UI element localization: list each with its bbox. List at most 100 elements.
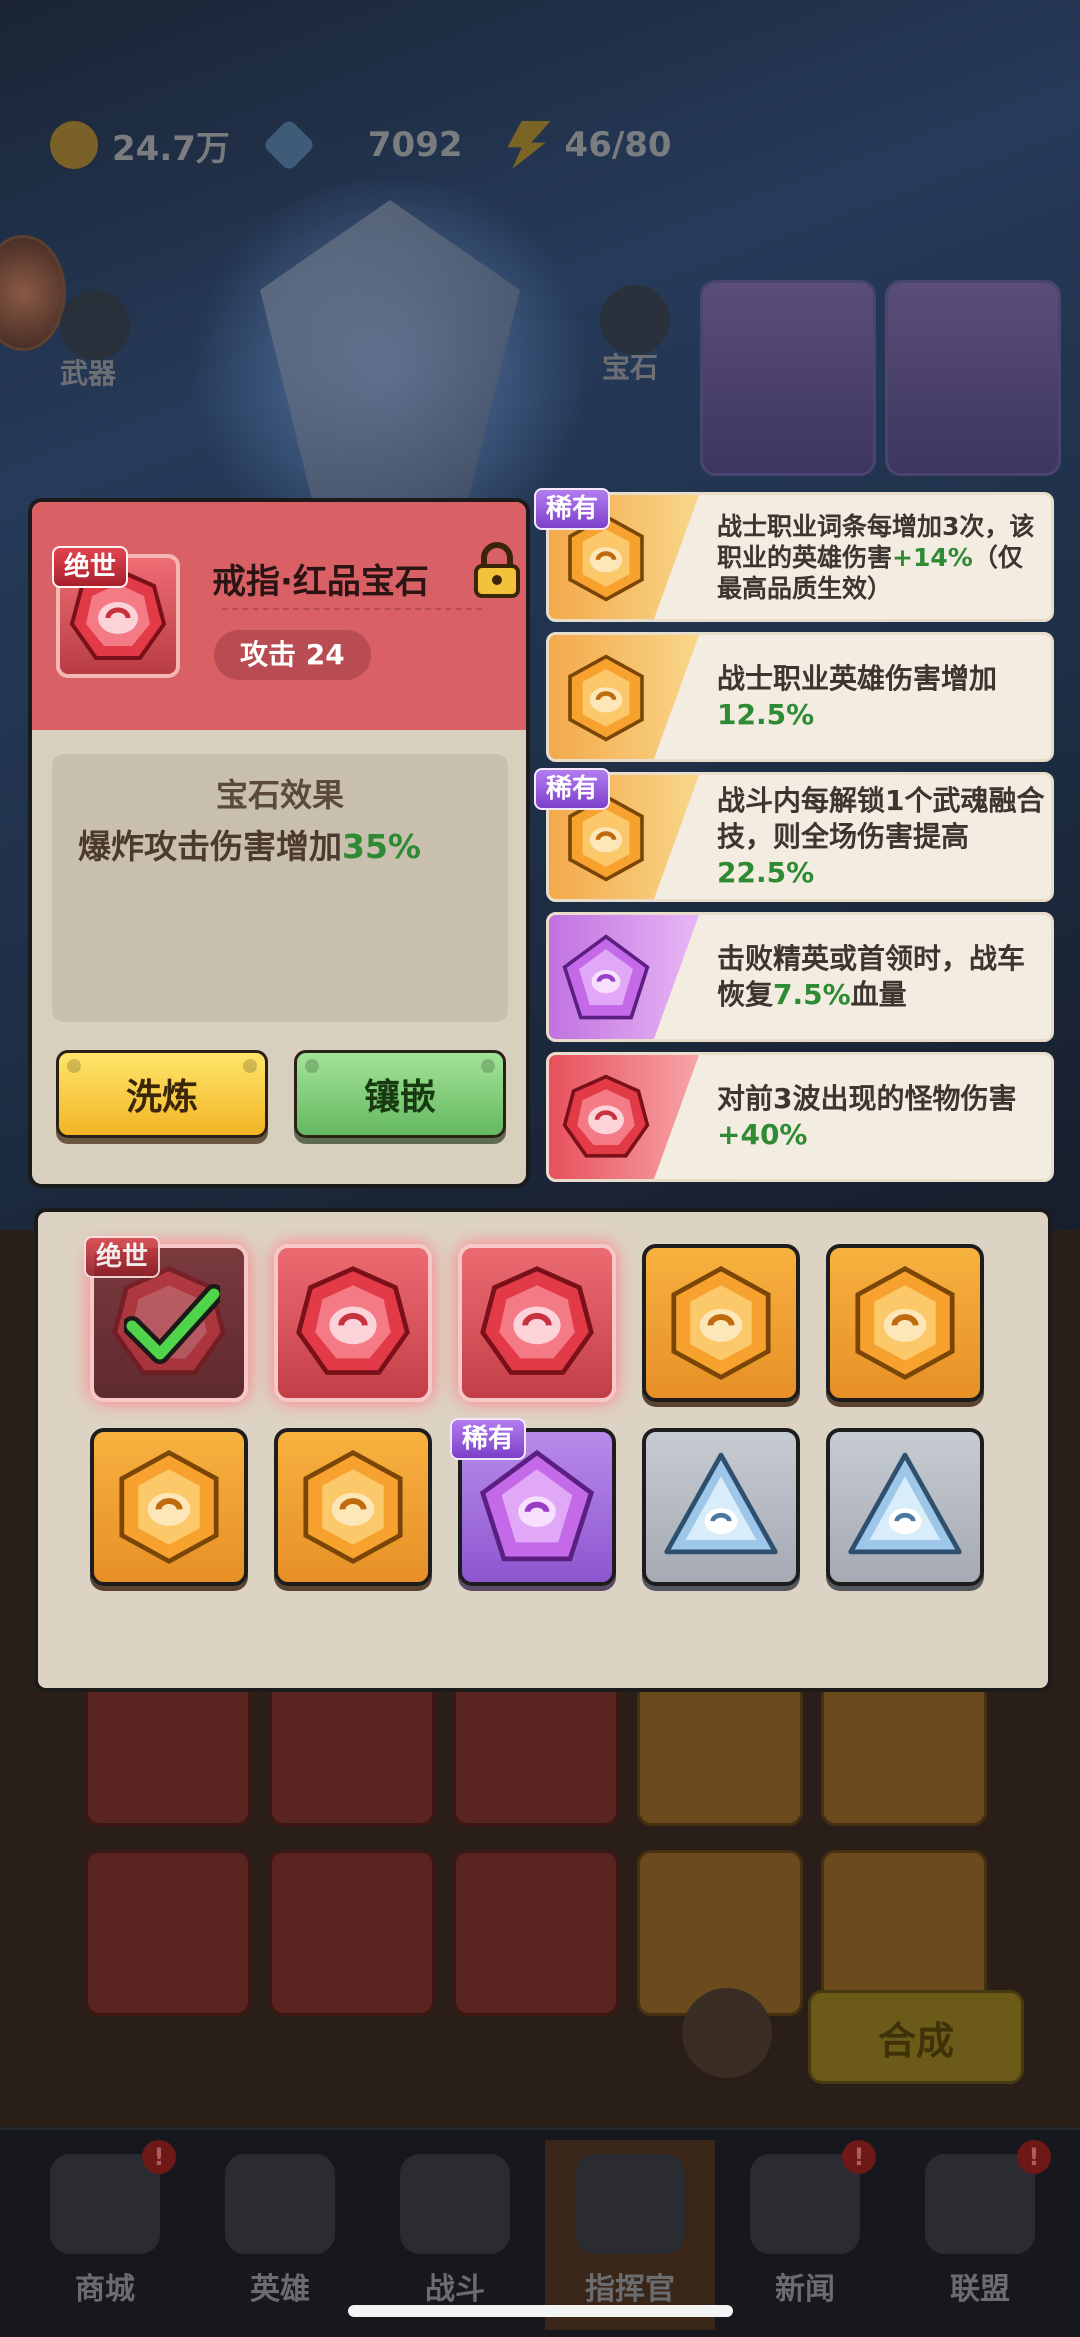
red-gem-icon — [480, 1266, 594, 1375]
nav-battle-label: 战斗 — [425, 2272, 485, 2307]
effect-value: 7.5% — [773, 978, 851, 1011]
nav-battle[interactable]: 战斗 — [370, 2140, 540, 2330]
inlay-button[interactable]: 镶嵌 — [294, 1050, 506, 1138]
effect-entry[interactable]: 战斗内每解锁1个武魂融合技，则全场伤害提高22.5% — [546, 772, 1054, 902]
refine-button[interactable]: 洗炼 — [56, 1050, 268, 1138]
diamond-amount: 7092 — [367, 125, 463, 165]
gem-title: 戒指·红品宝石 — [212, 562, 429, 602]
energy-resource[interactable]: 46/80 — [503, 121, 672, 169]
news-icon — [750, 2154, 860, 2254]
gem-slot[interactable] — [274, 1244, 432, 1402]
effect-value: 22.5% — [717, 856, 815, 889]
gem-slot[interactable] — [826, 1428, 984, 1586]
effect-text-part: 战士职业英雄伤害增加 — [717, 662, 998, 695]
nav-alliance[interactable]: 联盟 ! — [895, 2140, 1065, 2330]
effect-entry[interactable]: 战士职业词条每增加3次，该职业的英雄伤害+14%（仅最高品质生效） — [546, 492, 1054, 622]
nav-hero-label: 英雄 — [250, 2272, 310, 2307]
orange-gem-icon — [119, 1450, 219, 1564]
effect-value: +40% — [717, 1118, 808, 1151]
rare-badge: 稀有 — [534, 488, 611, 530]
nav-alliance-label: 联盟 — [950, 2272, 1010, 2307]
gem-slot[interactable] — [826, 1244, 984, 1402]
nav-news-alert-badge: ! — [842, 2140, 876, 2174]
nav-news[interactable]: 新闻 ! — [720, 2140, 890, 2330]
effect-text: 对前3波出现的怪物伤害+40% — [717, 1055, 1047, 1179]
checkmark-icon — [124, 1284, 220, 1364]
effect-entry[interactable]: 对前3波出现的怪物伤害+40% — [546, 1052, 1054, 1182]
effect-text-part: 战斗内每解锁1个武魂融合技，则全场伤害提高 — [717, 784, 1045, 853]
weapon-slot-icon[interactable] — [60, 290, 130, 360]
background-gem-grid — [85, 1660, 987, 2016]
nav-commander-label: 指挥官 — [585, 2272, 675, 2307]
commander-icon — [575, 2154, 685, 2254]
diamond-icon — [262, 118, 316, 172]
refine-button-label: 洗炼 — [125, 1077, 198, 1118]
nav-hero[interactable]: 英雄 — [195, 2140, 365, 2330]
effect-entry[interactable]: 战士职业英雄伤害增加12.5% — [546, 632, 1054, 762]
gem-label: 宝石 — [602, 351, 659, 384]
effect-text-part: 对前3波出现的怪物伤害 — [717, 1082, 1017, 1115]
effect-value: 35% — [342, 827, 421, 866]
equipment-card-2[interactable] — [885, 280, 1061, 476]
title-divider — [222, 608, 482, 610]
gold-resource[interactable]: 24.7万 — [50, 121, 230, 170]
effect-value: +14% — [892, 542, 973, 572]
gem-detail-header: 绝世 戒指·红品宝石 攻击 24 — [32, 502, 526, 730]
alliance-icon — [925, 2154, 1035, 2254]
blue-gem-icon — [664, 1452, 778, 1555]
gold-amount: 24.7万 — [112, 128, 230, 169]
lightning-icon — [507, 121, 551, 169]
equipment-card-1[interactable] — [700, 280, 876, 476]
bolt-decoration — [305, 1059, 319, 1073]
lock-icon[interactable] — [472, 542, 522, 600]
orange-gem-icon — [303, 1450, 403, 1564]
bg-gem-slot — [453, 1850, 619, 2016]
gem-effect-box: 宝石效果 爆炸攻击伤害增加35% — [52, 754, 508, 1022]
nav-commander[interactable]: 指挥官 — [545, 2140, 715, 2330]
gem-slot[interactable] — [458, 1244, 616, 1402]
gem-slot[interactable] — [642, 1428, 800, 1586]
effect-text: 战斗内每解锁1个武魂融合技，则全场伤害提高22.5% — [717, 775, 1047, 899]
filter-button[interactable] — [682, 1988, 772, 2078]
resource-bar: 24.7万 7092 46/80 — [50, 115, 672, 175]
effect-value: 12.5% — [717, 698, 815, 731]
nav-shop[interactable]: 商城 ! — [20, 2140, 190, 2330]
orange-gem-icon — [568, 654, 644, 742]
bolt-decoration — [67, 1059, 81, 1073]
inlay-button-label: 镶嵌 — [363, 1077, 436, 1118]
bolt-decoration — [481, 1059, 495, 1073]
energy-amount: 46/80 — [564, 125, 672, 165]
nav-news-label: 新闻 — [775, 2272, 835, 2307]
purple-gem-icon — [562, 934, 650, 1020]
nav-shop-label: 商城 — [75, 2272, 135, 2307]
weapon-label: 武器 — [60, 357, 117, 390]
red-gem-icon — [296, 1266, 410, 1375]
blue-gem-icon — [848, 1452, 962, 1555]
effect-text: 战士职业英雄伤害增加12.5% — [717, 635, 1047, 759]
nav-alliance-alert-badge: ! — [1017, 2140, 1051, 2174]
gem-slot-icon[interactable] — [600, 285, 670, 355]
gem-detail-panel: 绝世 戒指·红品宝石 攻击 24 宝石效果 爆炸攻击伤害增加35% 洗炼 镶嵌 — [28, 498, 530, 1188]
rare-badge: 稀有 — [534, 768, 611, 810]
home-indicator[interactable] — [348, 2305, 733, 2317]
effect-text-part: 血量 — [850, 978, 907, 1011]
effect-entry[interactable]: 击败精英或首领时，战车恢复7.5%血量 — [546, 912, 1054, 1042]
bolt-decoration — [243, 1059, 257, 1073]
bg-gem-slot — [85, 1850, 251, 2016]
shop-icon — [50, 2154, 160, 2254]
synthesize-button[interactable]: 合成 — [808, 1990, 1024, 2084]
attack-stat: 攻击 24 — [214, 630, 371, 680]
battle-icon — [400, 2154, 510, 2254]
bg-gem-slot — [269, 1850, 435, 2016]
orange-gem-icon — [855, 1266, 955, 1380]
gem-slot[interactable] — [274, 1428, 432, 1586]
gold-coin-icon — [50, 121, 98, 169]
nav-shop-alert-badge: ! — [142, 2140, 176, 2174]
gem-slot[interactable] — [90, 1428, 248, 1586]
orange-gem-icon — [671, 1266, 771, 1380]
gem-slot[interactable] — [642, 1244, 800, 1402]
effect-text: 战士职业词条每增加3次，该职业的英雄伤害+14%（仅最高品质生效） — [717, 495, 1047, 619]
diamond-resource[interactable]: 7092 — [262, 118, 463, 172]
purple-gem-icon — [479, 1449, 595, 1562]
legendary-badge: 绝世 — [84, 1236, 161, 1278]
